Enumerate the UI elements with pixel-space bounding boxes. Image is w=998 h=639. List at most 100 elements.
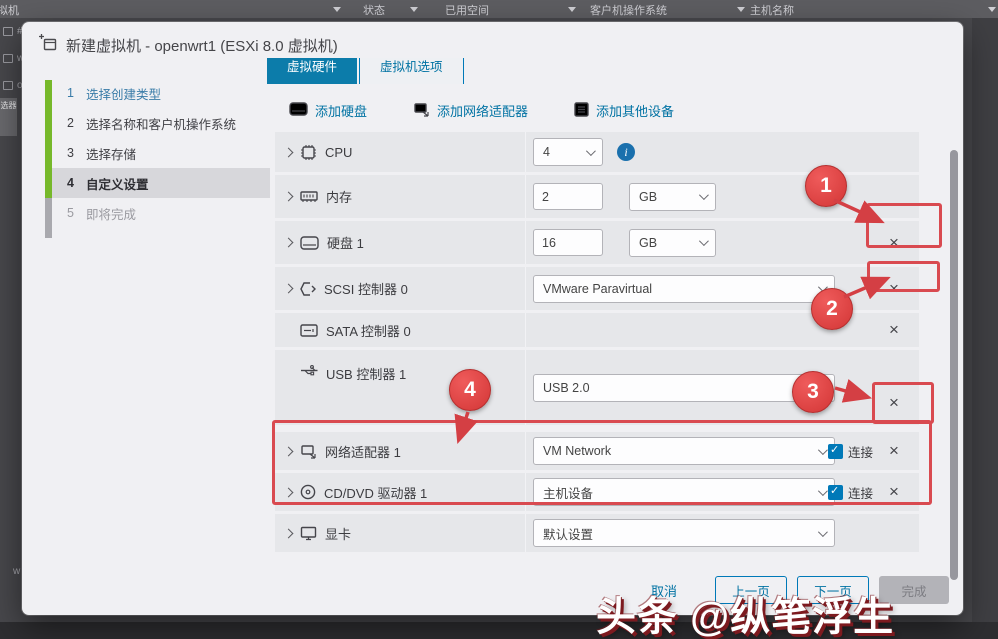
add-hard-disk-button[interactable]: 添加硬盘 — [289, 101, 367, 120]
annotation-badge-3: 3 — [792, 371, 834, 413]
dialog-title-row: 新建虚拟机 - openwrt1 (ESXi 8.0 虚拟机) — [38, 33, 338, 57]
network-adapter-icon — [413, 102, 430, 120]
wizard-steps: 1 选择创建类型 2 选择名称和客户机操作系统 3 选择存储 4 自定义设置 5… — [45, 78, 270, 228]
tab-label: 虚拟机选项 — [380, 58, 443, 75]
add-other-device-label: 添加其他设备 — [596, 101, 674, 120]
row-label: 硬盘 1 — [327, 233, 364, 252]
step-select-creation-type[interactable]: 1 选择创建类型 — [52, 78, 270, 108]
step-number: 2 — [64, 116, 74, 130]
chevron-down-icon[interactable] — [410, 7, 418, 12]
vm-icon — [3, 81, 13, 90]
chevron-down-icon — [699, 190, 709, 200]
video-settings-select[interactable]: 默认设置 — [533, 519, 835, 547]
scsi-controller-icon — [300, 281, 316, 297]
tab-virtual-hardware[interactable]: 虚拟硬件 — [267, 58, 357, 84]
step-ready-to-complete[interactable]: 5 即将完成 — [52, 198, 270, 228]
memory-size-input[interactable] — [533, 183, 603, 210]
step-number: 3 — [64, 146, 74, 160]
row-label: 内存 — [326, 187, 352, 206]
add-network-adapter-button[interactable]: 添加网络适配器 — [413, 101, 528, 120]
device-toolbar: 添加硬盘 添加网络适配器 添加其他设备 — [267, 85, 945, 132]
step-number: 1 — [64, 86, 74, 100]
remove-sata-button[interactable]: × — [881, 317, 907, 343]
annotation-badge-4: 4 — [449, 369, 491, 411]
disk-unit-value: GB — [639, 236, 657, 250]
cpu-count-select[interactable]: 4 — [533, 138, 603, 166]
memory-unit-select[interactable]: GB — [629, 183, 716, 211]
usb-version-select[interactable]: USB 2.0 — [533, 374, 835, 402]
video-settings-value: 默认设置 — [543, 524, 593, 543]
background-side-badge: 选器 — [0, 98, 17, 136]
vertical-scrollbar[interactable] — [950, 150, 958, 580]
row-label: 显卡 — [325, 524, 351, 543]
annotation-badge-1: 1 — [805, 165, 847, 207]
row-label: SCSI 控制器 0 — [324, 279, 408, 298]
column-header-used-space[interactable]: 已用空间 — [445, 2, 489, 18]
add-network-adapter-label: 添加网络适配器 — [437, 101, 528, 120]
vm-icon — [3, 27, 13, 36]
expand-chevron-icon[interactable] — [284, 192, 294, 202]
step-label: 选择名称和客户机操作系统 — [86, 114, 236, 133]
usb-controller-icon — [300, 364, 318, 377]
scsi-type-select[interactable]: VMware Paravirtual — [533, 275, 835, 303]
background-vm-list-item: o — [3, 80, 23, 91]
background-vm-list-item: # — [3, 26, 23, 37]
scsi-type-value: VMware Paravirtual — [543, 282, 652, 296]
expand-chevron-icon[interactable] — [284, 147, 294, 157]
background-text-fragment: w — [13, 566, 20, 577]
tab-label: 虚拟硬件 — [287, 58, 337, 75]
tab-vm-options[interactable]: 虚拟机选项 — [359, 58, 464, 84]
disk-size-input[interactable] — [533, 229, 603, 256]
chevron-down-icon[interactable] — [988, 7, 996, 12]
other-device-icon — [574, 102, 589, 120]
annotation-box-3 — [872, 382, 934, 424]
annotation-box-2 — [867, 261, 940, 292]
dialog-title: 新建虚拟机 - openwrt1 (ESXi 8.0 虚拟机) — [66, 35, 338, 56]
new-vm-icon — [38, 33, 58, 57]
text-fragment: w — [13, 566, 20, 577]
step-customize-settings[interactable]: 4 自定义设置 — [52, 168, 270, 198]
cpu-info-icon[interactable]: i — [617, 143, 635, 161]
step-number: 4 — [64, 176, 74, 190]
chevron-down-icon — [699, 236, 709, 246]
step-number: 5 — [64, 206, 74, 220]
chevron-down-icon[interactable] — [333, 7, 341, 12]
hard-disk-icon — [300, 236, 319, 250]
column-header-host-name[interactable]: 主机名称 — [750, 2, 794, 18]
annotation-box-4 — [272, 420, 932, 505]
chevron-down-icon — [586, 146, 596, 156]
column-header-status[interactable]: 状态 — [363, 2, 385, 18]
progress-todo-segment — [45, 198, 52, 238]
chevron-down-icon — [818, 527, 828, 537]
expand-chevron-icon[interactable] — [284, 238, 294, 248]
annotation-badge-2: 2 — [811, 288, 853, 330]
tab-bar: 虚拟硬件 虚拟机选项 — [267, 58, 945, 85]
disk-unit-select[interactable]: GB — [629, 229, 716, 257]
cpu-count-value: 4 — [543, 145, 550, 159]
usb-version-value: USB 2.0 — [543, 381, 590, 395]
background-right-band — [972, 18, 998, 622]
video-card-icon — [300, 526, 317, 541]
chevron-down-icon[interactable] — [737, 7, 745, 12]
expand-chevron-icon[interactable] — [284, 284, 294, 294]
background-table-header: 虚拟机 状态 已用空间 客户机操作系统 主机名称 — [0, 0, 998, 18]
row-label: USB 控制器 1 — [326, 364, 406, 383]
step-select-name-os[interactable]: 2 选择名称和客户机操作系统 — [52, 108, 270, 138]
cpu-icon — [300, 144, 317, 161]
step-label: 自定义设置 — [86, 174, 149, 193]
vm-icon — [3, 54, 13, 63]
hard-disk-icon — [289, 102, 308, 119]
watermark: 头条 @纵笔浮生 — [596, 584, 894, 639]
steps-progress-bar — [45, 80, 52, 238]
hardware-row-video-card: 显卡 默认设置 — [275, 514, 919, 552]
row-label: CPU — [325, 145, 352, 160]
step-select-storage[interactable]: 3 选择存储 — [52, 138, 270, 168]
chevron-down-icon[interactable] — [568, 7, 576, 12]
step-label: 选择存储 — [86, 144, 136, 163]
column-header-guest-os[interactable]: 客户机操作系统 — [590, 2, 667, 18]
memory-icon — [300, 190, 318, 204]
expand-chevron-icon[interactable] — [284, 528, 294, 538]
column-header-vm[interactable]: 虚拟机 — [0, 2, 19, 18]
add-other-device-button[interactable]: 添加其他设备 — [574, 101, 674, 120]
progress-done-segment — [45, 80, 52, 198]
